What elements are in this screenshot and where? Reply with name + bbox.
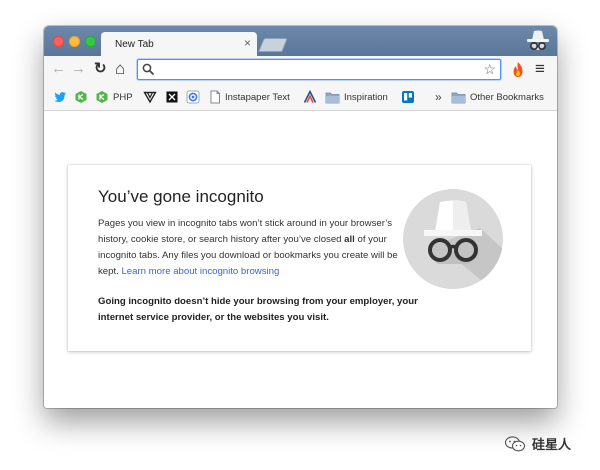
browser-window: New Tab × ← → ↻ ⌂ ☆ ≡ PHP Instapaper Tex… xyxy=(44,26,557,408)
folder-icon xyxy=(451,92,466,103)
forward-button[interactable]: → xyxy=(71,61,86,77)
tab-close-icon[interactable]: × xyxy=(244,37,251,49)
search-icon xyxy=(142,63,155,76)
reload-button[interactable]: ↻ xyxy=(94,61,107,77)
bookmark-instapaper[interactable]: Instapaper Text xyxy=(209,89,290,105)
tab-title: New Tab xyxy=(115,39,154,50)
incognito-warning: Going incognito doesn’t hide your browsi… xyxy=(98,296,418,323)
green-hex-icon xyxy=(75,91,87,103)
bookmark-label: Instapaper Text xyxy=(225,91,290,103)
maximize-window-button[interactable] xyxy=(85,36,96,47)
bookmark-inspiration[interactable]: Inspiration xyxy=(325,89,388,105)
title-bar: New Tab × xyxy=(44,26,557,57)
blue-circle-icon xyxy=(186,90,200,104)
trello-icon xyxy=(402,91,414,103)
bookmark-trello[interactable] xyxy=(401,89,419,105)
folder-icon xyxy=(325,92,340,103)
incognito-description: Pages you view in incognito tabs won’t s… xyxy=(98,216,398,280)
black-square-icon xyxy=(166,91,178,103)
bookmark-black-square[interactable] xyxy=(165,89,183,105)
new-tab-button[interactable] xyxy=(258,38,288,52)
bookmark-a-logo[interactable] xyxy=(303,89,321,105)
a-logo-icon xyxy=(303,90,317,103)
close-window-button[interactable] xyxy=(53,36,64,47)
minimize-window-button[interactable] xyxy=(69,36,80,47)
bookmark-label: Inspiration xyxy=(344,91,388,103)
bookmarks-overflow-glyph: » xyxy=(435,90,442,104)
bookmarks-overflow-button[interactable]: » xyxy=(435,89,442,105)
fire-extension-icon[interactable] xyxy=(511,61,525,78)
description-emphasis: all xyxy=(344,234,355,245)
bookmark-label: PHP xyxy=(113,91,133,103)
back-button[interactable]: ← xyxy=(51,61,66,77)
bookmark-star-icon[interactable]: ☆ xyxy=(483,61,496,77)
green-hex-icon xyxy=(96,91,108,103)
wechat-icon xyxy=(504,435,526,451)
bookmark-hex[interactable] xyxy=(74,89,92,105)
address-bar[interactable]: ☆ xyxy=(137,59,501,80)
menu-button[interactable]: ≡ xyxy=(535,60,545,77)
bookmark-blue-circle[interactable] xyxy=(186,89,204,105)
twitter-icon xyxy=(54,92,66,102)
bookmark-other-bookmarks[interactable]: Other Bookmarks xyxy=(451,89,544,105)
incognito-icon xyxy=(403,189,503,289)
incognito-card: You’ve gone incognito Pages you view in … xyxy=(68,165,531,351)
page-icon xyxy=(210,90,220,104)
tab-new-tab[interactable]: New Tab × xyxy=(101,32,257,57)
incognito-spy-icon xyxy=(527,30,549,51)
bookmark-label: Other Bookmarks xyxy=(470,91,544,103)
bookmark-triangle[interactable] xyxy=(143,89,161,105)
triangle-icon xyxy=(143,91,157,104)
page-content: You’ve gone incognito Pages you view in … xyxy=(44,111,557,408)
toolbar: ← → ↻ ⌂ ☆ ≡ xyxy=(44,56,557,84)
home-button[interactable]: ⌂ xyxy=(115,60,125,77)
bookmark-php[interactable]: PHP xyxy=(95,89,133,105)
bookmark-twitter[interactable] xyxy=(53,89,71,105)
wechat-watermark: 硅星人 xyxy=(504,434,571,453)
page-title: You’ve gone incognito xyxy=(98,187,264,206)
bookmarks-bar: PHP Instapaper Text Inspiration » Other … xyxy=(44,84,557,111)
watermark-text: 硅星人 xyxy=(532,437,572,452)
learn-more-link[interactable]: Learn more about incognito browsing xyxy=(121,266,279,277)
